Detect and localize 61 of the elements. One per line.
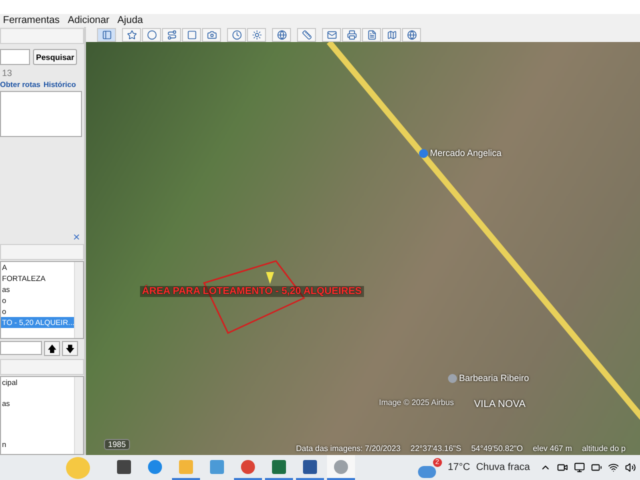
close-button[interactable]: × [72, 231, 80, 243]
menu-item[interactable]: Ajuda [117, 15, 143, 26]
image-credit: Image © 2025 Airbus [379, 398, 454, 407]
status-text: 54°49'50.82"O [471, 444, 523, 453]
battery-icon[interactable] [591, 462, 602, 473]
sun-button[interactable] [247, 28, 266, 42]
document-button[interactable] [362, 28, 381, 42]
sidebar-icon [102, 30, 112, 40]
path-button[interactable] [162, 28, 181, 42]
globe-button[interactable] [402, 28, 421, 42]
mail-button[interactable] [322, 28, 341, 42]
satellite-map[interactable]: ÁREA PARA LOTEAMENTO - 5,20 ALQUEIRES Mercado Angelica Barbearia Ribeiro Image © 2025 Airbus VILA NOVA 1985 Data das imagens: 7/20/2023 22°37'43.16"S 54°49'50.82"O elev 467 m altitude do p [86, 42, 640, 455]
path-icon [166, 30, 176, 40]
sidebar-button[interactable] [97, 28, 116, 42]
planet-button[interactable] [272, 28, 291, 42]
clock-icon [232, 30, 242, 40]
globe-icon [406, 30, 416, 40]
volume-icon[interactable] [625, 462, 636, 473]
status-text: elev 467 m [532, 444, 572, 453]
camera-button[interactable] [202, 28, 221, 42]
status-text: altitude do p [582, 444, 626, 453]
search-field[interactable] [0, 49, 30, 65]
map-icon [386, 30, 396, 40]
move-up-button[interactable]: 🡅 [44, 341, 60, 356]
place-label: Mercado Angelica [430, 148, 502, 158]
sun-icon [252, 30, 262, 40]
temperature: 17°C [448, 462, 470, 473]
camera-icon [206, 30, 216, 40]
pushpin-icon [266, 272, 274, 284]
document-icon [366, 30, 376, 40]
placemark-label: ÁREA PARA LOTEAMENTO - 5,20 ALQUEIRES [140, 286, 364, 297]
district-label: VILA NOVA [474, 399, 526, 410]
mail-icon [326, 30, 336, 40]
year-badge[interactable]: 1985 [104, 439, 130, 450]
search-button[interactable]: Pesquisar [33, 49, 78, 65]
polygon-button[interactable] [142, 28, 161, 42]
move-down-button[interactable]: 🡇 [62, 341, 78, 356]
map-button[interactable] [382, 28, 401, 42]
scrollbar[interactable] [74, 377, 83, 454]
ruler-icon [302, 30, 312, 40]
places-field[interactable] [0, 341, 42, 355]
star-icon [126, 30, 136, 40]
star-button[interactable] [122, 28, 141, 42]
printer-icon [346, 30, 356, 40]
status-text: 22°37'43.16"S [410, 444, 462, 453]
taskbar-app[interactable] [327, 455, 355, 480]
camera-icon[interactable] [557, 462, 568, 473]
search-hint: 13 [1, 67, 14, 78]
printer-button[interactable] [342, 28, 361, 42]
planet-icon [276, 30, 286, 40]
overlay-button[interactable] [182, 28, 201, 42]
status-text: Data das imagens: 7/20/2023 [296, 444, 401, 453]
ruler-button[interactable] [297, 28, 316, 42]
weather-condition: Chuva fraca [476, 462, 530, 473]
menu-item[interactable]: Ferramentas [3, 15, 60, 26]
wifi-icon[interactable] [608, 462, 619, 473]
scrollbar[interactable] [74, 262, 83, 338]
place-label: Barbearia Ribeiro [459, 373, 530, 383]
place-pin-icon[interactable] [419, 148, 428, 158]
menu-item[interactable]: Adicionar [68, 15, 110, 26]
clock-button[interactable] [227, 28, 246, 42]
